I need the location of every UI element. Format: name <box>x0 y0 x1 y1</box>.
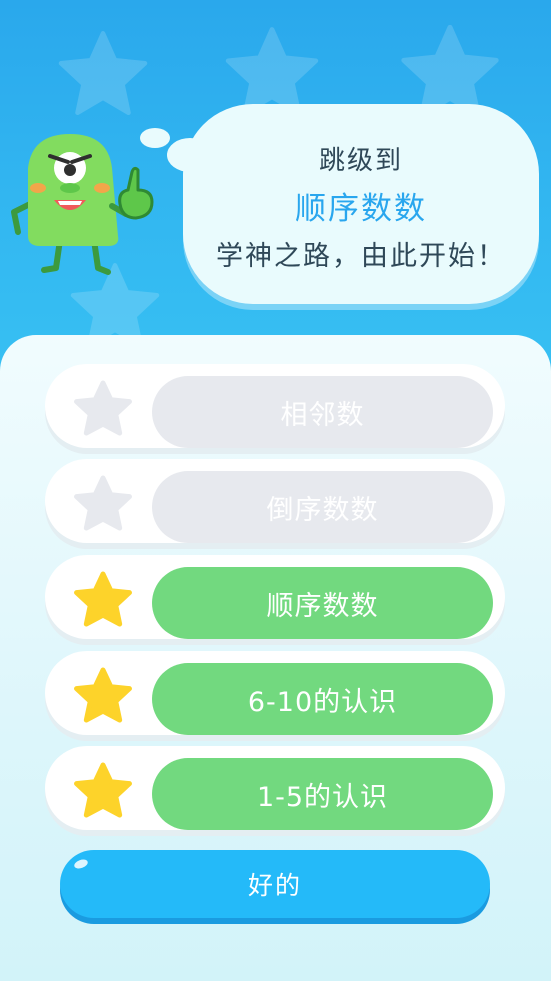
bubble-heading: 跳级到 <box>318 146 403 176</box>
level-button-3[interactable]: 顺序数数 <box>152 567 493 639</box>
star-filled-icon <box>74 762 132 818</box>
level-row-5: 1-5的认识 <box>45 746 505 830</box>
ok-button-label: 好的 <box>247 871 302 900</box>
level-button-4[interactable]: 6-10的认识 <box>152 663 493 735</box>
level-button-1[interactable]: 相邻数 <box>152 376 493 448</box>
level-row-2: 倒序数数 <box>45 459 505 543</box>
bubble-slogan: 学神之路，由此开始！ <box>216 241 506 272</box>
star-filled-icon <box>74 571 132 627</box>
green-monster-mascot-icon <box>11 134 154 275</box>
background-star-icon <box>225 27 319 115</box>
level-row-3: 顺序数数 <box>45 555 505 639</box>
star-outline-icon <box>74 475 132 531</box>
star-outline-icon <box>74 380 132 436</box>
bubble-level-name: 顺序数数 <box>295 191 427 227</box>
level-row-4: 6-10的认识 <box>45 651 505 735</box>
background-star-icon <box>58 31 148 115</box>
level-row-1: 相邻数 <box>45 364 505 448</box>
star-filled-icon <box>74 667 132 723</box>
level-button-5[interactable]: 1-5的认识 <box>152 758 493 830</box>
button-shine <box>73 857 89 871</box>
level-button-2[interactable]: 倒序数数 <box>152 471 493 543</box>
ok-button[interactable]: 好的 <box>60 850 490 918</box>
